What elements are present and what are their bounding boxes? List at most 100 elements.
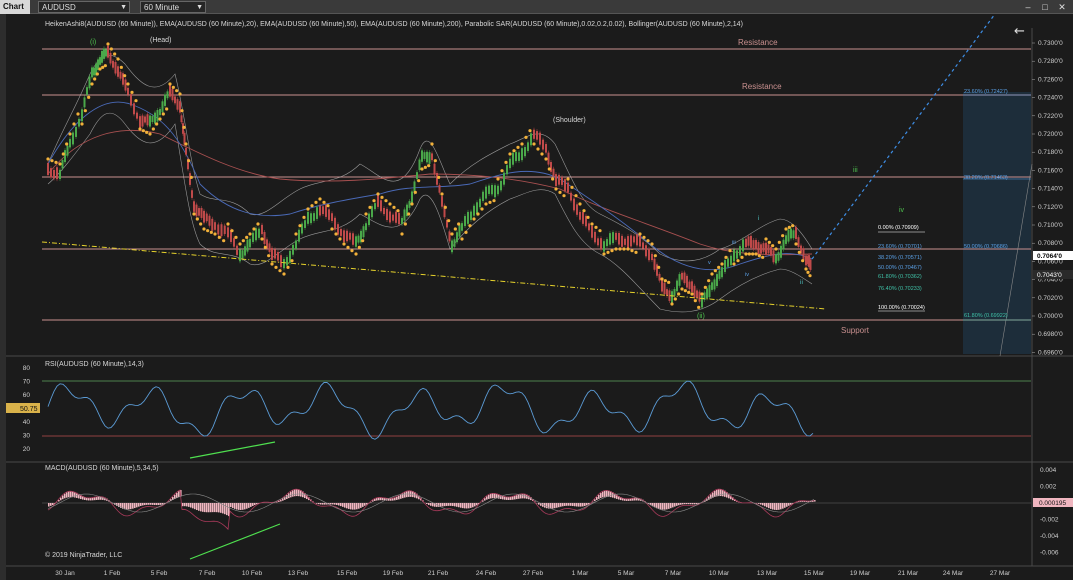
back-arrow-icon[interactable]: ← [1014,24,1025,39]
candle-body [203,210,205,223]
macd-bar [92,497,94,501]
time-tick-label: 19 Feb [383,570,404,577]
candle-body [91,67,93,78]
candle-body [515,151,517,162]
sar-dot [504,160,508,164]
candle-body [713,279,716,290]
macd-tick-label: -0.004 [1040,533,1059,540]
macd-bar [230,503,232,508]
sar-dot [547,167,551,171]
candle-body [785,235,787,244]
candle-body [676,280,678,292]
macd-bar [558,503,560,508]
candle-body [512,152,514,165]
macd-bar [250,503,252,507]
sar-dot [732,262,736,266]
candle-body [208,215,211,226]
sar-dot [728,249,732,253]
sar-dot [677,292,681,296]
support-label: Support [841,326,870,335]
candle-body [491,184,493,195]
candle-body [678,274,681,286]
candle-body [389,211,391,223]
candle-body [770,247,772,256]
sar-dot [396,209,400,213]
macd-bar [768,503,770,509]
price-axis[interactable]: 0.7300'0 0.7280'0 0.7260'0 0.7240'0 0.7220'0… [1032,40,1063,356]
maximize-icon[interactable]: □ [1038,1,1052,13]
candle-body [69,138,71,148]
sar-dot [138,127,142,131]
sar-dot [113,52,117,56]
sar-dot [650,242,654,246]
sar-dot [516,145,520,149]
macd-bar [694,503,696,505]
candle-body [518,152,520,161]
sar-dot [680,287,684,291]
time-tick-label: 15 Mar [804,570,825,577]
candle-body [144,116,146,123]
sar-dot [168,82,172,86]
time-axis[interactable]: 30 Jan 1 Feb 5 Feb 7 Feb 10 Feb 13 Feb 15 Feb 1… [55,570,1011,577]
price-tick-label: 0.7260'0 [1038,76,1063,83]
candle-body [509,158,511,169]
time-tick-label: 10 Mar [709,570,730,577]
price-tick-label: 0.6980'0 [1038,331,1063,338]
macd-bar [584,503,586,507]
sar-dot [413,190,417,194]
time-tick-label: 21 Mar [898,570,919,577]
candle-body [561,177,563,185]
candle-body [767,244,770,254]
candle-body [355,236,357,247]
macd-bar [130,503,132,510]
macd-bar [766,503,768,508]
candle-body [696,290,698,298]
sar-dot [165,107,169,111]
candle-body [61,159,64,169]
time-tick-label: 27 Mar [990,570,1011,577]
candle-body [762,243,765,252]
chart-tab[interactable]: Chart [0,0,30,14]
candle-body [83,97,86,108]
candle-body [86,87,88,95]
sar-dot [294,232,298,236]
sar-dot [578,202,582,206]
sar-dot [252,227,256,231]
chart-canvas[interactable]: HeikenAshi8(AUDUSD (60 Minute)), EMA(AUD… [0,14,1073,580]
macd-bar [394,497,396,501]
macd-bar [294,489,296,497]
candle-body [130,94,132,106]
macd-bar [514,495,516,500]
instrument-selector[interactable]: AUDUSD ▼ [38,1,130,13]
second-price-value: 0.7043'0 [1037,272,1062,279]
macd-bar [338,503,340,506]
macd-bar [606,490,608,497]
macd-bar [324,503,326,505]
macd-bar [508,497,510,501]
candle-body [624,238,626,245]
macd-bar [220,503,222,513]
sar-dot [126,82,130,86]
minimize-icon[interactable]: – [1021,1,1035,13]
sar-dot [713,269,717,273]
candle-body [688,281,691,290]
macd-bar [52,503,54,505]
candle-body [597,238,599,246]
sar-dot [101,65,105,69]
macd-bar [212,503,214,513]
candle-body [567,182,569,193]
candle-body [708,285,711,298]
interval-value: 60 Minute [144,3,180,12]
macd-bar [602,491,604,498]
macd-bar [330,503,332,505]
candle-body [268,243,271,252]
candle-body [195,204,198,217]
candle-body [398,212,400,225]
candle-body [180,115,183,123]
candle-body [411,191,413,203]
sar-dot [520,142,524,146]
macd-bar [782,503,784,509]
close-icon[interactable]: ✕ [1055,1,1069,13]
macd-bar [136,503,138,508]
interval-selector[interactable]: 60 Minute ▼ [140,1,206,13]
